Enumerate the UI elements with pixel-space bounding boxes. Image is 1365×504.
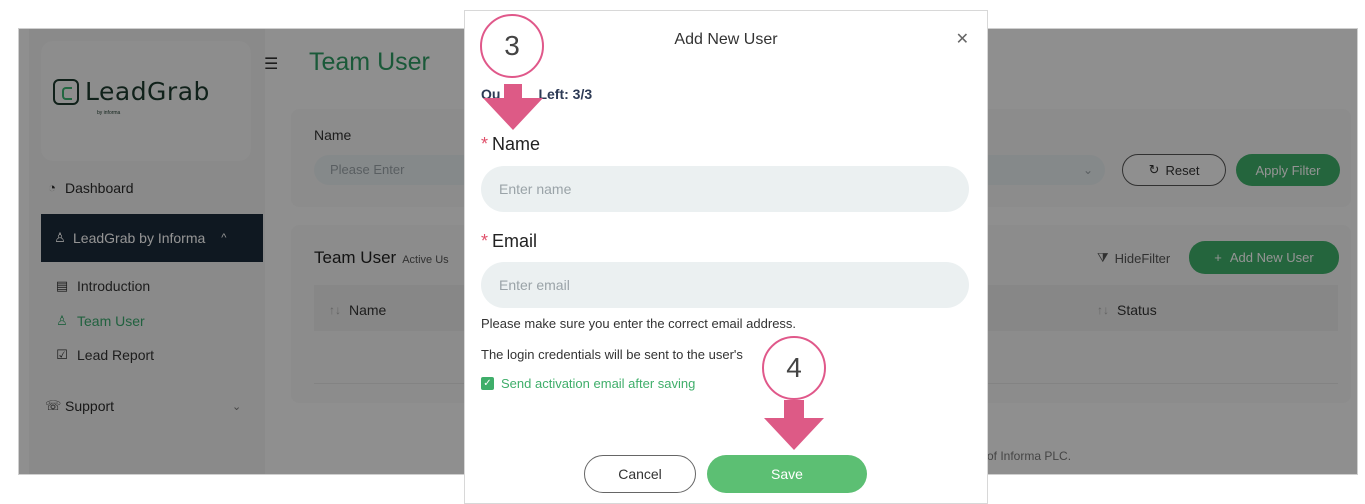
arrow-down-icon — [483, 98, 543, 130]
step-4-arrow — [784, 400, 804, 420]
cancel-button[interactable]: Cancel — [584, 455, 696, 493]
email-note: Please make sure you enter the correct e… — [481, 316, 797, 331]
required-marker: * — [481, 134, 489, 154]
step-3-callout: 3 — [480, 14, 544, 78]
add-user-modal: Add New User ✕ QuLeft: 3/3 *Name *Email … — [464, 10, 988, 504]
name-label-text: Name — [492, 134, 541, 154]
email-label-text: Email — [492, 231, 538, 251]
name-input[interactable] — [481, 166, 969, 212]
credentials-note: The login credentials will be sent to th… — [481, 347, 743, 362]
step-4-callout: 4 — [762, 336, 826, 400]
quota-text-end: Left: 3/3 — [538, 86, 593, 102]
name-field-label: * Name — [481, 134, 540, 155]
email-input[interactable] — [481, 262, 969, 308]
checkbox-label: Send activation email after saving — [501, 376, 696, 391]
checkbox-icon[interactable]: ✓ — [481, 377, 494, 390]
close-icon[interactable]: ✕ — [956, 29, 969, 49]
activation-checkbox-row[interactable]: ✓ Send activation email after saving — [481, 376, 695, 391]
save-button[interactable]: Save — [707, 455, 867, 493]
arrow-down-icon — [764, 418, 824, 450]
email-field-label: * Email — [481, 231, 537, 252]
required-marker: * — [481, 231, 489, 251]
